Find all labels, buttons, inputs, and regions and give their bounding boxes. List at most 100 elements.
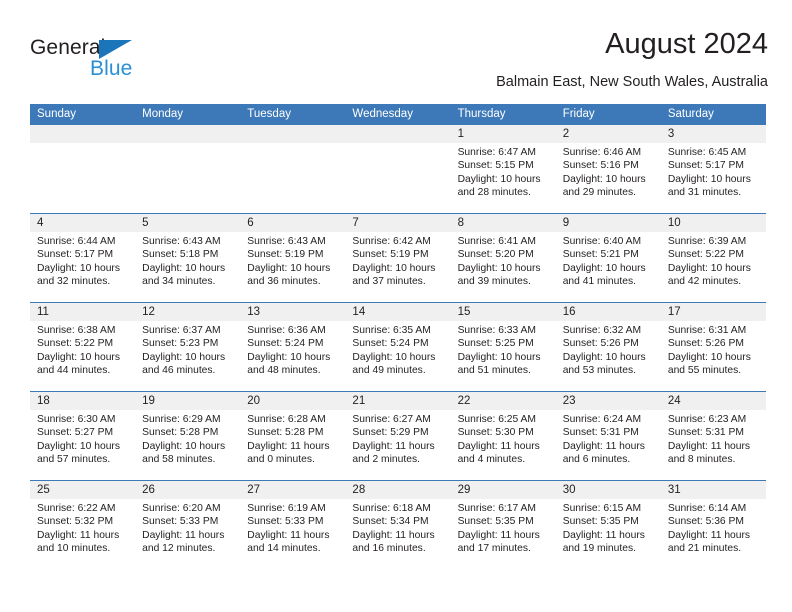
daylight-duration-line2: and 17 minutes. (457, 543, 531, 555)
day-sun-info: Sunrise: 6:29 AM Sunset: 5:28 PM Daylight:… (135, 410, 240, 467)
calendar-day-cell[interactable]: 25 Sunrise: 6:22 AM Sunset: 5:32 PM Dayligh… (30, 481, 136, 570)
daylight-duration-line2: and 37 minutes. (352, 276, 426, 288)
day-number-band: 29 (450, 481, 556, 499)
calendar-day-cell[interactable]: 24 Sunrise: 6:23 AM Sunset: 5:31 PM Dayligh… (660, 392, 766, 480)
sunset-time: Sunset: 5:22 PM (667, 249, 744, 261)
sunset-time: Sunset: 5:26 PM (667, 338, 744, 350)
daylight-duration-line1: Daylight: 11 hours (667, 529, 751, 541)
daylight-duration-line1: Daylight: 11 hours (142, 529, 225, 541)
daylight-duration-line1: Daylight: 10 hours (457, 351, 541, 363)
daylight-duration-line2: and 39 minutes. (457, 276, 531, 288)
calendar-day-cell[interactable]: 21 Sunrise: 6:27 AM Sunset: 5:29 PM Dayligh… (345, 392, 451, 480)
calendar-day-cell[interactable]: 23 Sunrise: 6:24 AM Sunset: 5:31 PM Dayligh… (555, 392, 661, 480)
calendar-day-cell[interactable]: 16 Sunrise: 6:32 AM Sunset: 5:26 PM Dayligh… (555, 303, 661, 391)
day-number-band: 10 (660, 214, 766, 232)
calendar-day-cell[interactable]: 19 Sunrise: 6:29 AM Sunset: 5:28 PM Dayligh… (135, 392, 241, 480)
sunrise-time: Sunrise: 6:29 AM (142, 414, 221, 425)
day-number-band: 24 (660, 392, 766, 410)
calendar-day-cell[interactable]: 6 Sunrise: 6:43 AM Sunset: 5:19 PM Daylight… (240, 214, 346, 302)
calendar-day-cell[interactable]: 12 Sunrise: 6:37 AM Sunset: 5:23 PM Dayligh… (135, 303, 241, 391)
daylight-duration-line1: Daylight: 10 hours (142, 440, 226, 452)
calendar-day-cell[interactable]: 5 Sunrise: 6:43 AM Sunset: 5:18 PM Daylight… (135, 214, 241, 302)
day-sun-info: Sunrise: 6:37 AM Sunset: 5:23 PM Daylight:… (135, 321, 240, 378)
day-sun-info: Sunrise: 6:28 AM Sunset: 5:28 PM Daylight:… (240, 410, 345, 467)
day-sun-info: Sunrise: 6:33 AM Sunset: 5:25 PM Daylight:… (451, 321, 556, 378)
day-number-band: 2 (555, 125, 661, 143)
day-sun-info: Sunrise: 6:32 AM Sunset: 5:26 PM Daylight:… (556, 321, 661, 378)
daylight-duration-line1: Daylight: 11 hours (667, 440, 751, 452)
calendar-day-cell[interactable]: 4 Sunrise: 6:44 AM Sunset: 5:17 PM Daylight… (30, 214, 136, 302)
daylight-duration-line2: and 2 minutes. (352, 454, 420, 466)
calendar-day-cell[interactable]: 13 Sunrise: 6:36 AM Sunset: 5:24 PM Dayligh… (240, 303, 346, 391)
daylight-duration-line1: Daylight: 11 hours (352, 440, 435, 452)
calendar-day-cell[interactable]: 30 Sunrise: 6:15 AM Sunset: 5:35 PM Dayligh… (555, 481, 661, 570)
day-number: 16 (562, 306, 576, 318)
calendar-day-cell[interactable]: 11 Sunrise: 6:38 AM Sunset: 5:22 PM Dayligh… (30, 303, 136, 391)
sunset-time: Sunset: 5:26 PM (562, 338, 639, 350)
daylight-duration-line2: and 42 minutes. (667, 276, 742, 288)
day-number: 30 (562, 484, 576, 496)
sunrise-time: Sunrise: 6:43 AM (142, 236, 221, 247)
general-blue-logo[interactable]: General Blue (30, 36, 150, 84)
calendar-day-cell[interactable]: 7 Sunrise: 6:42 AM Sunset: 5:19 PM Daylight… (345, 214, 451, 302)
calendar-day-cell[interactable]: 14 Sunrise: 6:35 AM Sunset: 5:24 PM Dayligh… (345, 303, 451, 391)
calendar-day-cell[interactable]: 18 Sunrise: 6:30 AM Sunset: 5:27 PM Dayligh… (30, 392, 136, 480)
daylight-duration-line2: and 55 minutes. (667, 365, 742, 377)
daylight-duration-line2: and 32 minutes. (37, 276, 111, 288)
calendar-day-cell[interactable]: 27 Sunrise: 6:19 AM Sunset: 5:33 PM Dayligh… (240, 481, 346, 570)
day-number: 13 (247, 306, 261, 318)
sunrise-time: Sunrise: 6:24 AM (562, 414, 642, 425)
sunrise-time: Sunrise: 6:27 AM (352, 414, 431, 425)
calendar-day-cell[interactable]: 26 Sunrise: 6:20 AM Sunset: 5:33 PM Dayligh… (135, 481, 241, 570)
sunset-time: Sunset: 5:29 PM (352, 427, 429, 439)
weekday-header-row: Sunday Monday Tuesday Wednesday Thursday… (30, 104, 766, 125)
day-sun-info: Sunrise: 6:43 AM Sunset: 5:18 PM Daylight:… (135, 232, 240, 289)
sunset-time: Sunset: 5:28 PM (142, 427, 219, 439)
sunrise-time: Sunrise: 6:43 AM (247, 236, 326, 247)
day-number: 21 (352, 395, 366, 407)
day-number: 26 (142, 484, 155, 496)
day-number-band (345, 125, 451, 143)
sunset-time: Sunset: 5:34 PM (352, 516, 429, 528)
calendar-day-cell[interactable]: 9 Sunrise: 6:40 AM Sunset: 5:21 PM Daylight… (555, 214, 661, 302)
calendar-day-cell[interactable]: 20 Sunrise: 6:28 AM Sunset: 5:28 PM Dayligh… (240, 392, 346, 480)
sunset-time: Sunset: 5:25 PM (457, 338, 534, 350)
calendar-day-cell[interactable]: 17 Sunrise: 6:31 AM Sunset: 5:26 PM Dayligh… (660, 303, 766, 391)
daylight-duration-line1: Daylight: 10 hours (457, 262, 541, 274)
day-number: 29 (457, 484, 471, 496)
daylight-duration-line2: and 28 minutes. (457, 187, 531, 199)
sunset-time: Sunset: 5:31 PM (667, 427, 744, 439)
calendar-day-cell[interactable]: 28 Sunrise: 6:18 AM Sunset: 5:34 PM Dayligh… (345, 481, 451, 570)
calendar-day-cell[interactable]: 8 Sunrise: 6:41 AM Sunset: 5:20 PM Daylight… (450, 214, 556, 302)
day-number-band (240, 125, 346, 143)
calendar-day-cell[interactable]: 15 Sunrise: 6:33 AM Sunset: 5:25 PM Dayligh… (450, 303, 556, 391)
daylight-duration-line2: and 4 minutes. (457, 454, 526, 466)
calendar-day-cell[interactable]: 1 Sunrise: 6:47 AM Sunset: 5:15 PM Daylight… (450, 125, 556, 213)
sunset-time: Sunset: 5:36 PM (667, 516, 744, 528)
page-subtitle-location: Balmain East, New South Wales, Australia (496, 74, 768, 90)
daylight-duration-line2: and 44 minutes. (37, 365, 111, 377)
calendar-day-cell[interactable]: 29 Sunrise: 6:17 AM Sunset: 5:35 PM Dayligh… (450, 481, 556, 570)
sunrise-time: Sunrise: 6:30 AM (37, 414, 116, 425)
daylight-duration-line1: Daylight: 10 hours (37, 262, 120, 274)
calendar-day-cell[interactable]: 10 Sunrise: 6:39 AM Sunset: 5:22 PM Dayligh… (660, 214, 766, 302)
calendar-day-cell[interactable]: 22 Sunrise: 6:25 AM Sunset: 5:30 PM Dayligh… (450, 392, 556, 480)
day-sun-info: Sunrise: 6:25 AM Sunset: 5:30 PM Daylight:… (451, 410, 556, 467)
calendar-day-cell[interactable]: 31 Sunrise: 6:14 AM Sunset: 5:36 PM Dayligh… (660, 481, 766, 570)
day-sun-info: Sunrise: 6:40 AM Sunset: 5:21 PM Daylight:… (556, 232, 661, 289)
sunset-time: Sunset: 5:18 PM (142, 249, 219, 261)
day-number-band: 31 (660, 481, 766, 499)
calendar-day-cell[interactable]: 2 Sunrise: 6:46 AM Sunset: 5:16 PM Daylight… (555, 125, 661, 213)
sunrise-time: Sunrise: 6:40 AM (562, 236, 642, 247)
day-number: 4 (37, 217, 44, 229)
day-number-band: 14 (345, 303, 451, 321)
daylight-duration-line1: Daylight: 10 hours (457, 173, 541, 185)
day-number-band: 13 (240, 303, 346, 321)
calendar-day-cell[interactable]: 3 Sunrise: 6:45 AM Sunset: 5:17 PM Daylight… (660, 125, 766, 213)
day-number: 9 (562, 217, 570, 229)
daylight-duration-line1: Daylight: 11 hours (562, 440, 645, 452)
daylight-duration-line1: Daylight: 10 hours (562, 262, 646, 274)
daylight-duration-line1: Daylight: 10 hours (142, 262, 226, 274)
calendar-week-row: 1 Sunrise: 6:47 AM Sunset: 5:15 PM Daylight… (30, 125, 766, 214)
sunrise-time: Sunrise: 6:14 AM (667, 503, 747, 514)
